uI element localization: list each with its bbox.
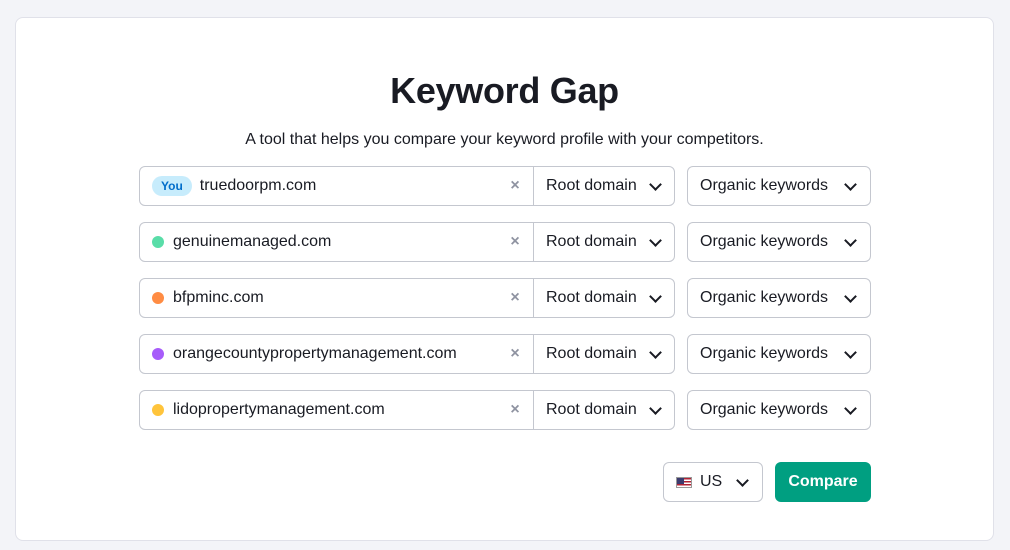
scope-select[interactable]: Root domain	[534, 391, 674, 429]
domain-value: genuinemanaged.com	[173, 233, 332, 250]
scope-select[interactable]: Root domain	[534, 279, 674, 317]
scope-select[interactable]: Root domain	[534, 167, 674, 205]
domain-row-competitor-4: lidopropertymanagement.com × Root domain…	[139, 390, 871, 430]
country-select[interactable]: US	[663, 462, 763, 502]
domain-field-group: You truedoorpm.com × Root domain	[139, 166, 675, 206]
keyword-type-label: Organic keywords	[700, 289, 829, 306]
chevron-down-icon	[649, 346, 662, 359]
domain-value: bfpminc.com	[173, 289, 264, 306]
keyword-type-select[interactable]: Organic keywords	[687, 390, 871, 430]
page-subtitle: A tool that helps you compare your keywo…	[245, 131, 764, 148]
keyword-type-select[interactable]: Organic keywords	[687, 222, 871, 262]
scope-select-label: Root domain	[546, 177, 637, 194]
domain-input[interactable]: bfpminc.com ×	[140, 279, 534, 317]
competitor-color-dot	[152, 404, 164, 416]
domain-row-competitor-2: bfpminc.com × Root domain Organic keywor…	[139, 278, 871, 318]
domain-field-group: genuinemanaged.com × Root domain	[139, 222, 675, 262]
domain-input[interactable]: orangecountypropertymanagement.com ×	[140, 335, 534, 373]
chevron-down-icon	[844, 234, 857, 247]
clear-icon[interactable]: ×	[506, 233, 524, 251]
domain-input[interactable]: genuinemanaged.com ×	[140, 223, 534, 261]
scope-select[interactable]: Root domain	[534, 335, 674, 373]
keyword-type-label: Organic keywords	[700, 233, 829, 250]
keyword-type-label: Organic keywords	[700, 345, 829, 362]
scope-select-label: Root domain	[546, 401, 637, 418]
chevron-down-icon	[736, 474, 749, 487]
domain-value: orangecountypropertymanagement.com	[173, 345, 457, 362]
competitor-color-dot	[152, 292, 164, 304]
scope-select-label: Root domain	[546, 345, 637, 362]
scope-select-label: Root domain	[546, 233, 637, 250]
chevron-down-icon	[649, 178, 662, 191]
chevron-down-icon	[649, 402, 662, 415]
domain-input[interactable]: lidopropertymanagement.com ×	[140, 391, 534, 429]
keyword-type-select[interactable]: Organic keywords	[687, 166, 871, 206]
domain-value: truedoorpm.com	[199, 177, 317, 194]
page-title: Keyword Gap	[390, 70, 619, 111]
chevron-down-icon	[649, 290, 662, 303]
chevron-down-icon	[649, 234, 662, 247]
domain-input[interactable]: You truedoorpm.com ×	[140, 167, 534, 205]
clear-icon[interactable]: ×	[506, 289, 524, 307]
you-badge: You	[152, 176, 192, 196]
chevron-down-icon	[844, 178, 857, 191]
domain-row-competitor-3: orangecountypropertymanagement.com × Roo…	[139, 334, 871, 374]
domain-field-group: lidopropertymanagement.com × Root domain	[139, 390, 675, 430]
keyword-type-select[interactable]: Organic keywords	[687, 278, 871, 318]
chevron-down-icon	[844, 402, 857, 415]
clear-icon[interactable]: ×	[506, 177, 524, 195]
competitor-color-dot	[152, 348, 164, 360]
clear-icon[interactable]: ×	[506, 401, 524, 419]
competitor-color-dot	[152, 236, 164, 248]
domain-field-group: bfpminc.com × Root domain	[139, 278, 675, 318]
scope-select[interactable]: Root domain	[534, 223, 674, 261]
domain-value: lidopropertymanagement.com	[173, 401, 385, 418]
chevron-down-icon	[844, 290, 857, 303]
keyword-type-select[interactable]: Organic keywords	[687, 334, 871, 374]
keyword-type-label: Organic keywords	[700, 177, 829, 194]
scope-select-label: Root domain	[546, 289, 637, 306]
country-label: US	[700, 473, 723, 490]
domain-row-you: You truedoorpm.com × Root domain Organic…	[139, 166, 871, 206]
keyword-type-label: Organic keywords	[700, 401, 829, 418]
chevron-down-icon	[844, 346, 857, 359]
compare-button[interactable]: Compare	[775, 462, 871, 502]
clear-icon[interactable]: ×	[506, 345, 524, 363]
domain-field-group: orangecountypropertymanagement.com × Roo…	[139, 334, 675, 374]
domain-row-competitor-1: genuinemanaged.com × Root domain Organic…	[139, 222, 871, 262]
us-flag-icon	[676, 476, 692, 488]
